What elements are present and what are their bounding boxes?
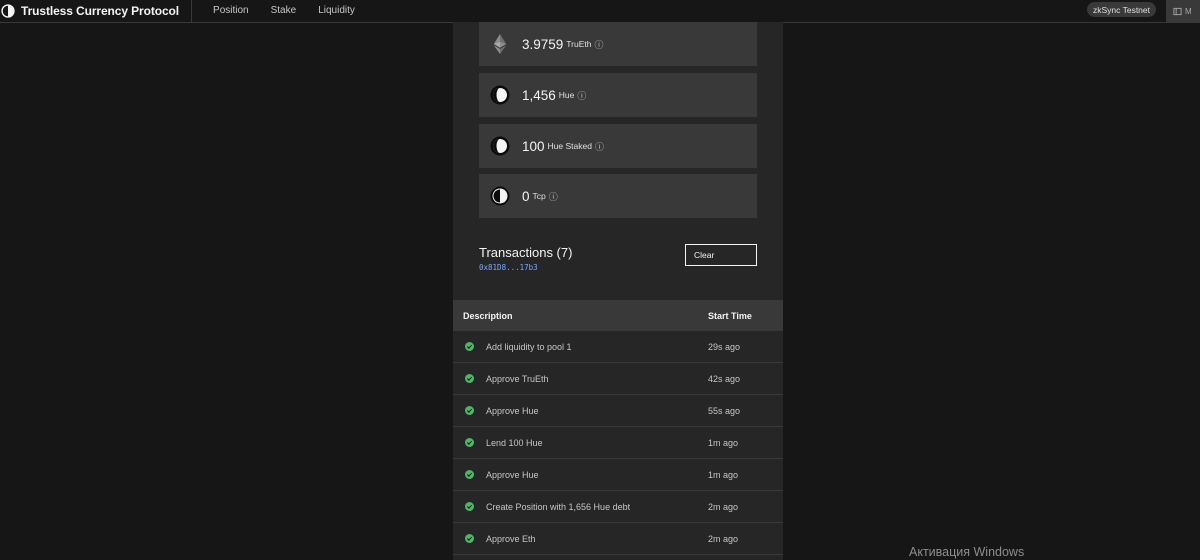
info-icon[interactable]: ⓘ [577, 89, 586, 102]
tcp-logo-icon [1, 4, 15, 18]
windows-activation-watermark: Активация Windows [909, 545, 1025, 559]
transaction-description: Approve Hue [486, 469, 539, 480]
success-check-icon [465, 406, 474, 415]
transactions-table: Description Start Time Add liquidity to … [453, 300, 783, 555]
transaction-start-time: 55s ago [708, 405, 741, 416]
top-navigation-bar: Trustless Currency Protocol Position Sta… [0, 0, 1200, 23]
table-row: Create Position with 1,656 Hue debt 2m ag… [453, 491, 783, 523]
transaction-start-time: 29s ago [708, 341, 741, 352]
table-row: Approve TruEth 42s ago [453, 363, 783, 395]
table-row: Approve Hue 1m ago [453, 459, 783, 491]
wallet-button[interactable]: M [1166, 0, 1200, 22]
transaction-description: Lend 100 Hue [486, 437, 543, 448]
balance-amount: 1,456 [522, 87, 556, 103]
column-header-description[interactable]: Description [463, 311, 513, 321]
transaction-start-time: 42s ago [708, 373, 741, 384]
hue-staked-icon [490, 136, 510, 156]
wallet-label: M [1185, 6, 1192, 16]
transactions-title: Transactions (7) [479, 245, 573, 260]
success-check-icon [465, 438, 474, 447]
transaction-start-time: 2m ago [708, 533, 739, 544]
table-body: Add liquidity to pool 1 29s ago Approve Tr… [453, 331, 783, 555]
transaction-start-time: 1m ago [708, 437, 739, 448]
clear-button[interactable]: Clear [685, 244, 757, 266]
success-check-icon [465, 534, 474, 543]
balance-card-trueth: 3.9759 TruEth ⓘ [479, 22, 757, 66]
hue-icon [490, 85, 510, 105]
transaction-start-time: 2m ago [708, 501, 739, 512]
table-row: Lend 100 Hue 1m ago [453, 427, 783, 459]
info-icon[interactable]: ⓘ [549, 190, 558, 203]
account-panel: 3.9759 TruEth ⓘ 1,456 Hue ⓘ 100 Hue Stak… [453, 22, 783, 560]
balance-amount: 0 [522, 188, 530, 204]
transaction-description: Approve Hue [486, 405, 539, 416]
success-check-icon [465, 502, 474, 511]
transaction-description: Create Position with 1,656 Hue debt [486, 501, 631, 512]
success-check-icon [465, 470, 474, 479]
tcp-icon [490, 186, 510, 206]
nav-liquidity[interactable]: Liquidity [307, 0, 366, 22]
balance-unit: Hue [558, 90, 575, 100]
success-check-icon [465, 342, 474, 351]
transaction-start-time: 1m ago [708, 469, 739, 480]
wallet-icon [1173, 7, 1182, 15]
success-check-icon [465, 374, 474, 383]
wallet-address[interactable]: 0x81D8...17b3 [479, 263, 538, 272]
nav-stake[interactable]: Stake [260, 0, 308, 22]
transaction-description: Approve Eth [486, 533, 536, 544]
transaction-description: Approve TruEth [486, 373, 549, 384]
balance-card-tcp: 0 Tcp ⓘ [479, 174, 757, 218]
info-icon[interactable]: ⓘ [595, 38, 604, 51]
table-row: Approve Hue 55s ago [453, 395, 783, 427]
info-icon[interactable]: ⓘ [595, 140, 604, 153]
balance-amount: 100 [522, 138, 545, 154]
ethereum-icon [493, 34, 507, 54]
balance-amount: 3.9759 [522, 36, 564, 52]
balance-card-hue: 1,456 Hue ⓘ [479, 73, 757, 117]
table-row: Approve Eth 2m ago [453, 523, 783, 555]
table-row: Add liquidity to pool 1 29s ago [453, 331, 783, 363]
brand-name: Trustless Currency Protocol [21, 4, 180, 18]
brand[interactable]: Trustless Currency Protocol [0, 0, 193, 22]
column-header-start-time[interactable]: Start Time [708, 311, 752, 321]
network-badge[interactable]: zkSync Testnet [1086, 2, 1156, 17]
balance-card-hue-staked: 100 Hue Staked ⓘ [479, 124, 757, 168]
balance-unit: Hue Staked [547, 141, 592, 151]
main-nav: Position Stake Liquidity [202, 0, 366, 22]
table-header: Description Start Time [453, 300, 783, 331]
balance-unit: Tcp [532, 191, 546, 201]
nav-position[interactable]: Position [202, 0, 260, 22]
transaction-description: Add liquidity to pool 1 [486, 341, 572, 352]
balance-unit: TruEth [566, 39, 592, 49]
